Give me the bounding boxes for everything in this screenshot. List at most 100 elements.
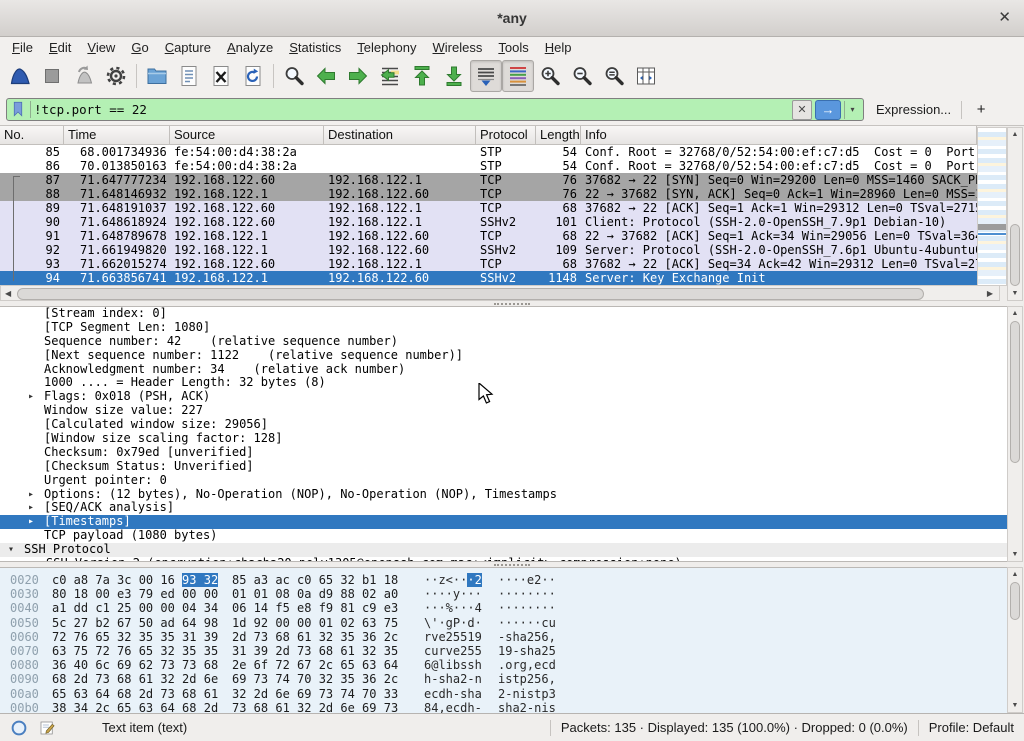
go-back-icon[interactable]	[310, 60, 342, 92]
packet-row-85[interactable]: 8568.001734936fe:54:00:d4:38:2aSTP54Conf…	[0, 145, 977, 159]
detail-line[interactable]: TCP payload (1080 bytes)	[0, 529, 1007, 543]
column-header-protocol[interactable]: Protocol	[476, 126, 536, 144]
menu-capture[interactable]: Capture	[157, 38, 219, 57]
detail-line[interactable]: Acknowledgment number: 34 (relative ack …	[0, 363, 1007, 377]
zoom-in-icon[interactable]	[534, 60, 566, 92]
filter-apply-icon[interactable]: →	[815, 100, 841, 120]
expert-info-icon[interactable]	[10, 719, 28, 737]
resize-columns-icon[interactable]	[630, 60, 662, 92]
detail-line[interactable]: 1000 .... = Header Length: 32 bytes (8)	[0, 376, 1007, 390]
hex-row-00a0[interactable]: 00a065 63 64 68 2d 73 68 61ecdh-sha32 2d…	[0, 687, 1007, 701]
packet-row-88[interactable]: 8871.648146932192.168.122.1192.168.122.6…	[0, 187, 977, 201]
scroll-down-icon[interactable]: ▼	[1008, 290, 1022, 297]
packet-row-90[interactable]: 9071.648618924192.168.122.60192.168.122.…	[0, 215, 977, 229]
menu-help[interactable]: Help	[537, 38, 580, 57]
packet-row-93[interactable]: 9371.662015274192.168.122.60192.168.122.…	[0, 257, 977, 271]
go-forward-icon[interactable]	[342, 60, 374, 92]
capture-comment-icon[interactable]	[38, 719, 56, 737]
column-header-length[interactable]: Length	[536, 126, 581, 144]
hex-row-0050[interactable]: 00505c 27 b2 67 50 ad 64 98\'·gP·d·1d 92…	[0, 616, 1007, 630]
scrollbar-thumb[interactable]	[1010, 582, 1020, 620]
menu-view[interactable]: View	[79, 38, 123, 57]
expression-button[interactable]: Expression...	[876, 102, 951, 117]
go-last-icon[interactable]	[438, 60, 470, 92]
hex-row-0040[interactable]: 0040a1 dd c1 25 00 00 04 34···%···406 14…	[0, 601, 1007, 615]
hex-row-0090[interactable]: 009068 2d 73 68 61 32 2d 6eh-sha2-n69 73…	[0, 672, 1007, 686]
hex-row-0020[interactable]: 0020c0 a8 7a 3c 00 16 93 32··z<···285 a3…	[0, 573, 1007, 587]
menu-file[interactable]: File	[4, 38, 41, 57]
column-header-time[interactable]: Time	[64, 126, 170, 144]
scroll-right-icon[interactable]: ▶	[987, 287, 993, 300]
menu-edit[interactable]: Edit	[41, 38, 79, 57]
go-to-packet-icon[interactable]	[374, 60, 406, 92]
colorize-icon[interactable]	[502, 60, 534, 92]
detail-line[interactable]: ▸[Timestamps]	[0, 515, 1007, 529]
profile-button[interactable]: Profile: Default	[929, 720, 1014, 735]
scrollbar-thumb[interactable]	[1010, 224, 1020, 286]
filter-clear-icon[interactable]: ✕	[792, 100, 812, 120]
detail-line[interactable]: ▾SSH Protocol	[0, 543, 1007, 557]
menu-analyze[interactable]: Analyze	[219, 38, 281, 57]
find-packet-icon[interactable]	[278, 60, 310, 92]
filter-value[interactable]: !tcp.port == 22	[34, 102, 792, 117]
packet-list-vscrollbar[interactable]: ▲ ▼	[1007, 127, 1023, 301]
filter-bookmark-icon[interactable]	[9, 100, 29, 120]
detail-line[interactable]: Checksum: 0x79ed [unverified]	[0, 446, 1007, 460]
bytes-vscrollbar[interactable]: ▲ ▼	[1007, 567, 1023, 713]
scroll-up-icon[interactable]: ▲	[1008, 131, 1022, 138]
zoom-out-icon[interactable]	[566, 60, 598, 92]
hex-row-00b0[interactable]: 00b038 34 2c 65 63 64 68 2d84,ecdh-73 68…	[0, 701, 1007, 713]
detail-line[interactable]: ▸Flags: 0x018 (PSH, ACK)	[0, 390, 1007, 404]
menu-statistics[interactable]: Statistics	[281, 38, 349, 57]
details-vscrollbar[interactable]: ▲ ▼	[1007, 306, 1023, 562]
column-header-destination[interactable]: Destination	[324, 126, 476, 144]
expander-closed-icon[interactable]: ▸	[28, 488, 34, 502]
detail-line[interactable]: [Stream index: 0]	[0, 307, 1007, 321]
scrollbar-thumb[interactable]	[17, 288, 924, 300]
filter-history-caret-icon[interactable]: ▾	[844, 101, 860, 119]
expander-open-icon[interactable]: ▾	[8, 543, 14, 557]
close-file-icon[interactable]	[205, 60, 237, 92]
stop-capture-icon[interactable]	[36, 60, 68, 92]
scrollbar-thumb[interactable]	[1010, 321, 1020, 463]
expander-closed-icon[interactable]: ▸	[28, 501, 34, 515]
column-header-no[interactable]: No.	[0, 126, 64, 144]
detail-line[interactable]: Window size value: 227	[0, 404, 1007, 418]
detail-line[interactable]: Urgent pointer: 0	[0, 474, 1007, 488]
intelligent-scrollbar-minimap[interactable]	[977, 127, 1007, 286]
expander-closed-icon[interactable]: ▸	[28, 515, 34, 529]
titlebar[interactable]: *any ✕	[0, 0, 1024, 37]
scroll-up-icon[interactable]: ▲	[1008, 310, 1022, 317]
packet-row-86[interactable]: 8670.013850163fe:54:00:d4:38:2aSTP54Conf…	[0, 159, 977, 173]
detail-line[interactable]: [Next sequence number: 1122 (relative se…	[0, 349, 1007, 363]
go-first-icon[interactable]	[406, 60, 438, 92]
detail-line[interactable]: ▸Options: (12 bytes), No-Operation (NOP)…	[0, 488, 1007, 502]
menu-wireless[interactable]: Wireless	[425, 38, 491, 57]
hex-row-0070[interactable]: 007063 75 72 76 65 32 35 35curve25531 39…	[0, 644, 1007, 658]
packet-list-hscrollbar[interactable]: ◀ ▶	[0, 285, 1000, 301]
save-file-icon[interactable]	[173, 60, 205, 92]
column-header-info[interactable]: Info	[581, 126, 977, 144]
menu-telephony[interactable]: Telephony	[349, 38, 424, 57]
detail-line[interactable]: [TCP Segment Len: 1080]	[0, 321, 1007, 335]
packet-row-92[interactable]: 9271.661949820192.168.122.1192.168.122.6…	[0, 243, 977, 257]
packet-row-87[interactable]: 8771.647777234192.168.122.60192.168.122.…	[0, 173, 977, 187]
detail-line[interactable]: Sequence number: 42 (relative sequence n…	[0, 335, 1007, 349]
detail-line[interactable]: ▸[SEQ/ACK analysis]	[0, 501, 1007, 515]
scroll-up-icon[interactable]: ▲	[1008, 571, 1022, 578]
zoom-original-icon[interactable]	[598, 60, 630, 92]
packet-row-89[interactable]: 8971.648191037192.168.122.60192.168.122.…	[0, 201, 977, 215]
hex-row-0080[interactable]: 008036 40 6c 69 62 73 73 686@libssh2e 6f…	[0, 658, 1007, 672]
packet-row-91[interactable]: 9171.648789678192.168.122.1192.168.122.6…	[0, 229, 977, 243]
detail-line[interactable]: [Checksum Status: Unverified]	[0, 460, 1007, 474]
menu-tools[interactable]: Tools	[490, 38, 536, 57]
open-file-icon[interactable]	[141, 60, 173, 92]
hex-row-0060[interactable]: 006072 76 65 32 35 35 31 39rve255192d 73…	[0, 630, 1007, 644]
column-header-source[interactable]: Source	[170, 126, 324, 144]
detail-line[interactable]: [Calculated window size: 29056]	[0, 418, 1007, 432]
hex-row-0030[interactable]: 003080 18 00 e3 79 ed 00 00····y···01 01…	[0, 587, 1007, 601]
expander-closed-icon[interactable]: ▸	[28, 390, 34, 404]
display-filter-input[interactable]: !tcp.port == 22 ✕ → ▾	[6, 98, 864, 121]
detail-line[interactable]: [Window size scaling factor: 128]	[0, 432, 1007, 446]
scroll-left-icon[interactable]: ◀	[5, 287, 11, 300]
